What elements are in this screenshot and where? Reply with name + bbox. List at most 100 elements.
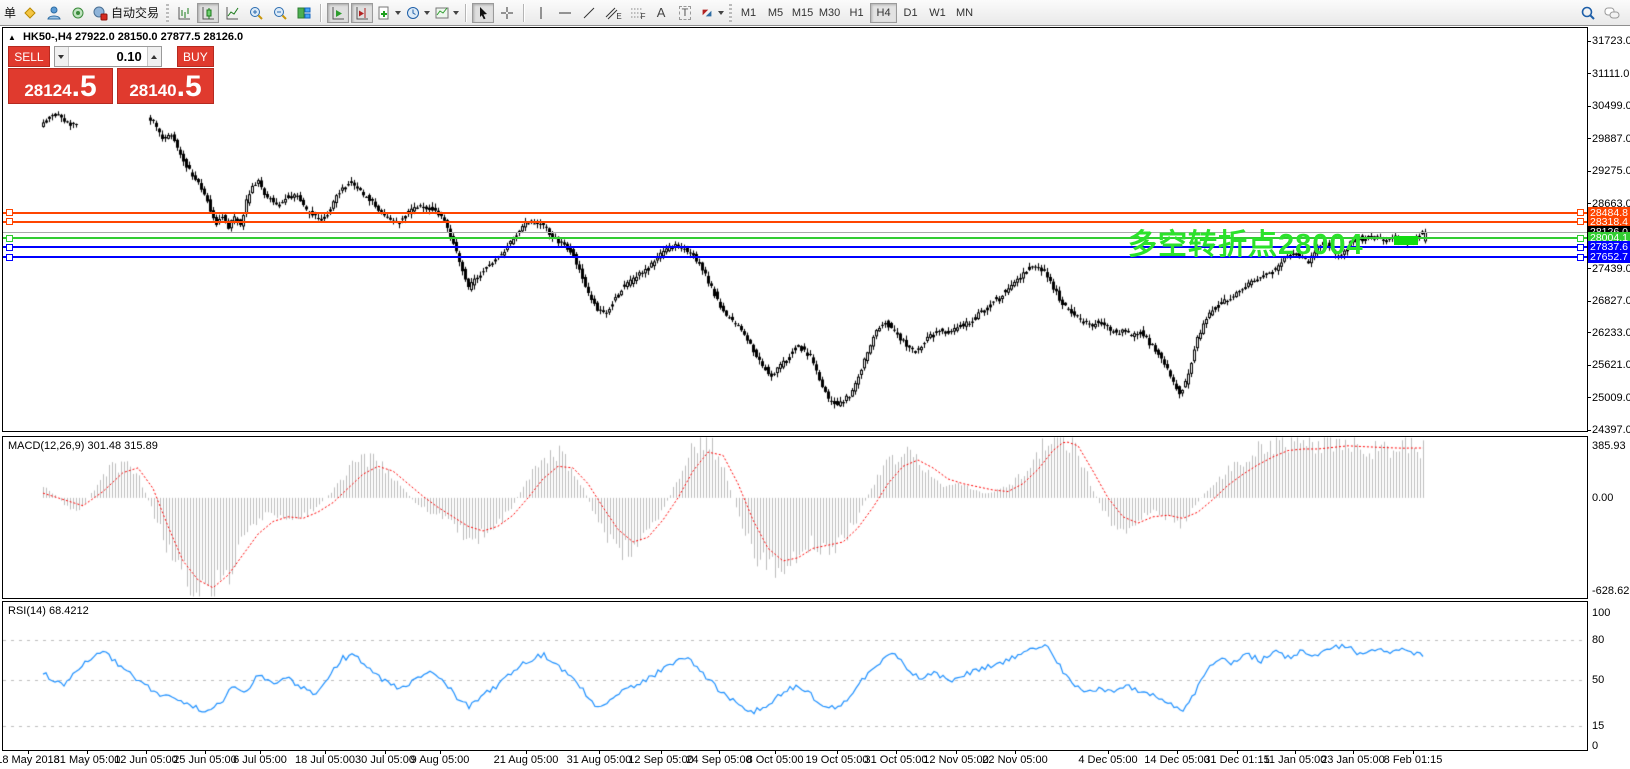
time-axis-label: 8 Oct 05:00 [747, 754, 804, 766]
line-handle-right[interactable] [1577, 254, 1584, 261]
price-axis-tick [1587, 397, 1591, 398]
text-tool-icon: A [657, 5, 666, 20]
line-handle-right[interactable] [1577, 235, 1584, 242]
cursor-icon [475, 5, 491, 21]
timeframe-button-m15[interactable]: M15 [789, 3, 816, 23]
trendline-icon [581, 5, 597, 21]
green-rectangle-object[interactable] [1394, 236, 1418, 245]
toolbar-separator [523, 4, 525, 22]
chart-title: HK50-,H4 27922.0 28150.0 27877.5 28126.0 [23, 31, 243, 43]
time-axis-label: 30 Jul 05:00 [355, 754, 415, 766]
timeframe-button-m30[interactable]: M30 [816, 3, 843, 23]
price-axis-tick [1587, 430, 1591, 431]
template-icon [434, 5, 450, 21]
macd-label: MACD(12,26,9) 301.48 315.89 [8, 440, 158, 452]
collapse-panel-icon[interactable]: ▲ [8, 33, 16, 42]
chat-button[interactable] [1601, 3, 1623, 23]
timeframe-button-m1[interactable]: M1 [735, 3, 762, 23]
autotrading-button[interactable]: 自动交易 [91, 3, 162, 23]
price-axis-label: 24397.0 [1592, 424, 1630, 436]
line-handle-left[interactable] [6, 254, 13, 261]
indicators-button[interactable] [375, 3, 402, 23]
periods-button[interactable] [404, 3, 431, 23]
fibonacci-tool-button[interactable]: F [626, 3, 648, 23]
timeframe-button-d1[interactable]: D1 [897, 3, 924, 23]
timeframe-button-h4[interactable]: H4 [870, 3, 897, 23]
zoom-out-button[interactable] [269, 3, 291, 23]
candlestick-chart-icon [200, 5, 216, 21]
zoom-in-button[interactable] [245, 3, 267, 23]
line-handle-left[interactable] [6, 244, 13, 251]
arrows-dropdown-caret [718, 11, 724, 15]
chart-shift-button[interactable] [351, 3, 373, 23]
timeframe-button-m5[interactable]: M5 [762, 3, 789, 23]
text-tool-button[interactable]: A [650, 3, 672, 23]
volume-stepper: 0.10 [54, 46, 162, 67]
line-chart-button[interactable] [221, 3, 243, 23]
macd-chart-canvas [3, 437, 1587, 598]
price-axis-label: 30499.0 [1592, 100, 1630, 112]
sell-button[interactable]: SELL [8, 46, 50, 67]
toolbar-separator [320, 4, 322, 22]
buy-button[interactable]: BUY [177, 46, 214, 67]
line-handle-left[interactable] [6, 235, 13, 242]
price-axis-tick [1587, 106, 1591, 107]
price-axis-label: 26827.0 [1592, 295, 1630, 307]
arrows-tool-button[interactable] [698, 3, 725, 23]
triangle-down-icon [58, 55, 64, 59]
volume-increase-button[interactable] [147, 47, 161, 66]
timeframe-button-w1[interactable]: W1 [924, 3, 951, 23]
clock-icon [405, 5, 421, 21]
bar-chart-button[interactable] [173, 3, 195, 23]
autotrading-label: 自动交易 [111, 4, 159, 21]
toolbar-separator [465, 4, 467, 22]
search-button[interactable] [1577, 3, 1599, 23]
time-axis-label: 31 Oct 05:00 [865, 754, 928, 766]
sell-price-button[interactable]: 28124 .5 [8, 68, 113, 104]
time-axis-label: 4 Dec 05:00 [1078, 754, 1137, 766]
macd-axis-label: 0.00 [1592, 492, 1613, 504]
zoom-out-icon [272, 5, 288, 21]
add-indicator-icon [376, 5, 392, 21]
price-axis-label: 31111.0 [1592, 68, 1629, 80]
cursor-tool-button[interactable] [472, 3, 494, 23]
line-handle-left[interactable] [6, 218, 13, 225]
rsi-label: RSI(14) 68.4212 [8, 605, 89, 617]
volume-value[interactable]: 0.10 [69, 47, 147, 66]
price-axis-label: 31723.0 [1592, 35, 1630, 47]
price-axis-tick [1587, 41, 1591, 42]
rsi-axis-label: 80 [1592, 634, 1604, 646]
sell-price-main: 28124 [24, 81, 71, 100]
volume-decrease-button[interactable] [55, 47, 69, 66]
chart-annotation-text[interactable]: 多空转折点28004 [1128, 221, 1364, 263]
rsi-axis-label: 0 [1592, 740, 1598, 752]
new-order-icon [22, 5, 38, 21]
label-tool-button[interactable]: T [674, 3, 696, 23]
vertical-line-tool-button[interactable] [530, 3, 552, 23]
line-handle-right[interactable] [1577, 209, 1584, 216]
tile-windows-button[interactable] [293, 3, 315, 23]
indicators-dropdown-caret [395, 11, 401, 15]
line-handle-right[interactable] [1577, 218, 1584, 225]
channel-tool-button[interactable]: E [602, 3, 624, 23]
price-axis-tick [1587, 301, 1591, 302]
timeframe-button-h1[interactable]: H1 [843, 3, 870, 23]
time-axis-label: 31 Dec 01:15 [1204, 754, 1269, 766]
horizontal-line-tool-button[interactable] [554, 3, 576, 23]
toolbar-grip [166, 4, 169, 22]
templates-button[interactable] [433, 3, 460, 23]
buy-price-pip: .5 [177, 74, 202, 100]
horizontal-line-object[interactable] [3, 212, 1587, 214]
crosshair-tool-button[interactable] [496, 3, 518, 23]
line-handle-right[interactable] [1577, 244, 1584, 251]
candlestick-chart-button[interactable] [197, 3, 219, 23]
signals-button[interactable] [67, 3, 89, 23]
line-handle-left[interactable] [6, 209, 13, 216]
auto-scroll-button[interactable] [327, 3, 349, 23]
new-order-button[interactable] [19, 3, 41, 23]
timeframe-button-mn[interactable]: MN [951, 3, 978, 23]
market-watch-button[interactable] [43, 3, 65, 23]
buy-price-button[interactable]: 28140 .5 [117, 68, 214, 104]
trendline-tool-button[interactable] [578, 3, 600, 23]
timeframe-toolbar: M1M5M15M30H1H4D1W1MN [735, 3, 978, 23]
